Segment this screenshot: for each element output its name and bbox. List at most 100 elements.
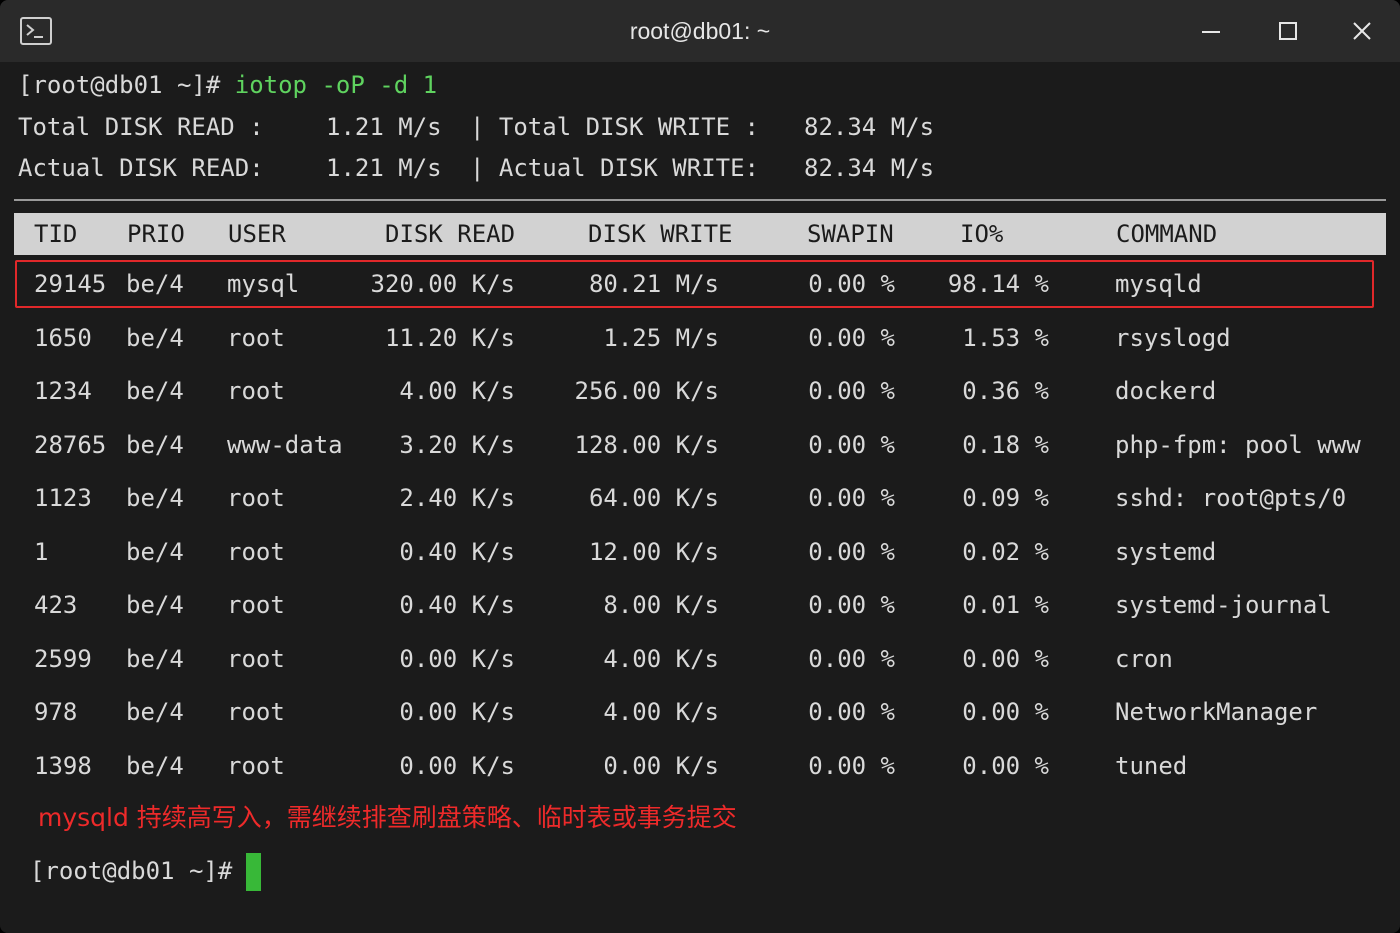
cell-command: php-fpm: pool www [1115, 430, 1361, 459]
cell-user: root [227, 591, 285, 619]
cell-io: 0.01 % [962, 591, 1049, 619]
cell-io: 0.36 % [962, 377, 1049, 405]
table-row[interactable]: 2599 be/4 root 0.00 K/s 4.00 K/s 0.00 % 0.00 %… [14, 636, 1386, 682]
cell-disk-write: 12.00 K/s [588, 537, 719, 566]
cell-command: tuned [1115, 751, 1188, 780]
cell-io: 1.53 % [962, 323, 1049, 352]
cell-prio: be/4 [126, 591, 184, 619]
terminal-content[interactable]: [root@db01 ~]# iotop -oP -d 1 Total DISK… [0, 62, 1400, 933]
iotop-command: iotop -oP -d 1 [234, 71, 438, 99]
cell-tid: 1123 [34, 484, 92, 512]
actual-read-label: Actual DISK READ: [18, 154, 264, 182]
cell-swapin: 0.00 % [808, 591, 895, 619]
actual-read-value: 1.21 M/s [326, 154, 442, 182]
cell-user: root [227, 484, 285, 512]
shell-prompt: [root@db01 ~]# [18, 71, 235, 99]
cell-disk-read: 4.00 K/s [399, 377, 515, 405]
cell-tid: 2599 [34, 644, 92, 673]
cell-swapin: 0.00 % [808, 377, 895, 405]
cell-disk-write: 8.00 K/s [603, 591, 719, 619]
table-row[interactable]: 1398 be/4 root 0.00 K/s 0.00 K/s 0.00 % 0.00 %… [14, 743, 1386, 789]
window-title: root@db01: ~ [629, 18, 771, 44]
cell-command: NetworkManager [1115, 698, 1318, 726]
cell-disk-read: 3.20 K/s [399, 430, 515, 459]
cell-prio: be/4 [126, 698, 184, 726]
cell-tid: 1 [34, 537, 49, 566]
annotation-note: mysqld 持续高写入，需继续排查刷盘策略、临时表或事务提交 [38, 803, 737, 832]
cell-command: sshd: root@pts/0 [1115, 484, 1347, 512]
cell-io: 0.18 % [962, 430, 1049, 459]
close-button[interactable] [1347, 16, 1377, 46]
cell-io: 0.02 % [962, 537, 1049, 566]
cell-disk-write: 4.00 K/s [603, 698, 719, 726]
cell-swapin: 0.00 % [808, 430, 895, 459]
cell-command: systemd-journal [1115, 591, 1332, 619]
cell-command: rsyslogd [1115, 323, 1231, 352]
cell-tid: 28765 [34, 430, 107, 459]
cell-disk-write: 256.00 K/s [574, 377, 720, 405]
cell-swapin: 0.00 % [808, 484, 895, 512]
table-row[interactable]: 28765 be/4 www-data 3.20 K/s 128.00 K/s 0.00 … [14, 422, 1386, 468]
terminal-window: root@db01: ~ [root@db01 ~]# iotop -oP -d… [0, 0, 1400, 933]
table-row[interactable]: 978 be/4 root 0.00 K/s 4.00 K/s 0.00 % 0.00 % N… [14, 689, 1386, 735]
header-user: USER [228, 220, 286, 248]
final-prompt: [root@db01 ~]# [30, 857, 233, 885]
cell-tid: 1398 [34, 751, 92, 780]
maximize-button[interactable] [1273, 16, 1303, 46]
table-row[interactable]: 1123 be/4 root 2.40 K/s 64.00 K/s 0.00 % 0.09 … [14, 475, 1386, 521]
cell-disk-read: 0.00 K/s [399, 698, 515, 726]
cell-user: root [227, 698, 285, 726]
cell-disk-read: 11.20 K/s [384, 323, 515, 352]
minimize-button[interactable] [1196, 16, 1226, 46]
cell-swapin: 0.00 % [808, 698, 895, 726]
actual-write-label: | Actual DISK WRITE: [470, 154, 759, 182]
cell-disk-write: 128.00 K/s [574, 430, 720, 459]
cell-user: root [227, 644, 285, 673]
total-write-value: 82.34 M/s [804, 113, 935, 141]
cell-swapin: 0.00 % [808, 751, 895, 780]
minimize-icon [1202, 31, 1220, 33]
final-prompt-line: [root@db01 ~]# [30, 852, 262, 891]
cell-tid: 978 [34, 698, 78, 726]
table-row[interactable]: 1234 be/4 root 4.00 K/s 256.00 K/s 0.00 % 0.36… [14, 368, 1386, 414]
cell-command: dockerd [1115, 377, 1217, 405]
actual-write-value: 82.34 M/s [804, 154, 935, 182]
highlight-box [15, 260, 1374, 308]
cell-prio: be/4 [126, 323, 184, 352]
cell-user: root [227, 537, 285, 566]
header-command: COMMAND [1116, 220, 1218, 248]
divider [14, 199, 1386, 201]
title-bar[interactable]: root@db01: ~ [0, 0, 1400, 62]
cell-tid: 423 [34, 591, 78, 619]
table-row[interactable]: 1 be/4 root 0.40 K/s 12.00 K/s 0.00 % 0.02 % sy… [14, 529, 1386, 575]
total-read-value: 1.21 M/s [326, 113, 442, 141]
header-disk-read: DISK READ [385, 220, 516, 248]
cell-io: 0.00 % [962, 644, 1049, 673]
total-read-label: Total DISK READ : [18, 113, 264, 141]
cell-disk-read: 0.00 K/s [399, 751, 515, 780]
table-row[interactable]: 423 be/4 root 0.40 K/s 8.00 K/s 0.00 % 0.01 % s… [14, 582, 1386, 628]
cell-disk-write: 1.25 M/s [603, 323, 719, 352]
cell-user: root [227, 377, 285, 405]
header-disk-write: DISK WRITE [588, 220, 733, 248]
close-icon [1353, 22, 1371, 40]
table-header: TID PRIO USER DISK READ DISK WRITE SWAPI… [14, 213, 1386, 255]
cell-disk-write: 64.00 K/s [588, 484, 719, 512]
table-row[interactable]: 1650 be/4 root 11.20 K/s 1.25 M/s 0.00 % 1.53 … [14, 315, 1386, 361]
cell-tid: 1650 [34, 323, 92, 352]
cell-io: 0.00 % [962, 698, 1049, 726]
total-write-label: | Total DISK WRITE : [470, 113, 759, 141]
cell-prio: be/4 [126, 537, 184, 566]
cell-disk-read: 0.00 K/s [399, 644, 515, 673]
cell-user: root [227, 751, 285, 780]
header-tid: TID [34, 220, 78, 248]
header-prio: PRIO [127, 220, 185, 248]
cell-prio: be/4 [126, 377, 184, 405]
cell-prio: be/4 [126, 751, 184, 780]
cell-disk-write: 0.00 K/s [603, 751, 719, 780]
cell-io: 0.09 % [962, 484, 1049, 512]
cell-command: cron [1115, 644, 1173, 673]
cell-disk-write: 4.00 K/s [603, 644, 719, 673]
cell-user: www-data [227, 430, 343, 459]
cell-user: root [227, 323, 285, 352]
